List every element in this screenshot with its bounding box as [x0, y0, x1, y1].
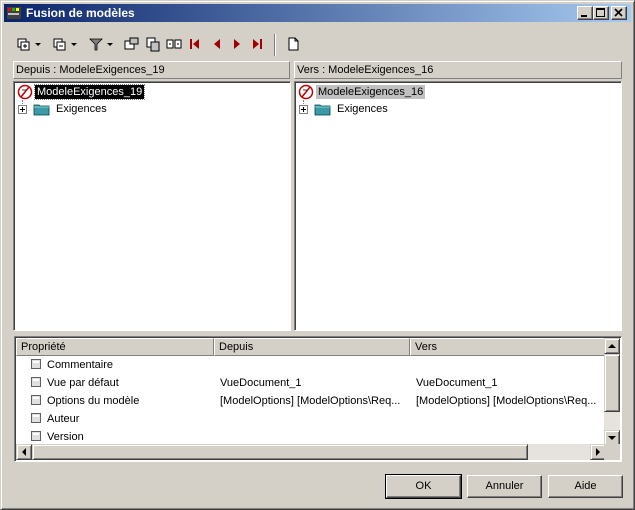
folder-icon [314, 101, 332, 120]
right-tree-child[interactable]: Exigences [299, 101, 499, 117]
property-icon [30, 358, 42, 373]
right-pane-header: Vers : ModeleExigences_16 [294, 61, 622, 79]
property-name: Version [47, 431, 84, 443]
right-tree-root[interactable]: ModeleExigences_16 [297, 84, 537, 100]
table-row[interactable]: Auteur [16, 410, 606, 428]
scrollbar-corner [604, 444, 620, 460]
minimize-icon [581, 15, 587, 17]
close-icon [614, 8, 623, 17]
arrow-up-icon [608, 344, 616, 348]
arrow-left-icon [22, 448, 26, 456]
collapse-all-button[interactable] [51, 34, 79, 54]
right-root-label: ModeleExigences_16 [316, 85, 426, 99]
toolbar [11, 34, 311, 56]
next-difference-icon [234, 39, 240, 49]
property-name: Commentaire [47, 359, 114, 371]
property-icon [30, 412, 42, 427]
left-pane-header: Depuis : ModeleExigences_19 [13, 61, 290, 79]
select-button[interactable] [123, 34, 141, 54]
property-to: [ModelOptions] [ModelOptions\Req... [416, 395, 597, 407]
left-tree-child[interactable]: Exigences [18, 101, 218, 117]
window-title: Fusion de modèles [26, 6, 135, 20]
first-difference-icon [190, 39, 199, 49]
property-from: VueDocument_1 [220, 377, 302, 389]
filter-icon [89, 38, 113, 51]
right-tree-pane[interactable]: ModeleExigences_16 Exigences [294, 81, 622, 331]
minimize-button[interactable] [577, 6, 593, 20]
copy-icon [146, 37, 160, 52]
vertical-scrollbar[interactable] [604, 338, 620, 446]
arrow-down-icon [608, 436, 616, 440]
ok-button[interactable]: OK [385, 474, 462, 499]
column-header-from[interactable]: Depuis [214, 338, 410, 356]
properties-icon [288, 37, 299, 51]
collapse-all-icon [53, 38, 77, 51]
expand-all-button[interactable] [15, 34, 43, 54]
last-difference-icon [253, 39, 262, 49]
table-row[interactable]: Options du modèle [ModelOptions] [ModelO… [16, 392, 606, 410]
folder-icon [33, 101, 51, 120]
cancel-button[interactable]: Annuler [467, 475, 542, 498]
column-header-property[interactable]: Propriété [16, 338, 214, 356]
previous-difference-icon [214, 39, 220, 49]
title-bar[interactable]: Fusion de modèles [4, 4, 631, 22]
column-header-to[interactable]: Vers [410, 338, 606, 356]
horizontal-scroll-thumb[interactable] [32, 444, 528, 460]
arrow-right-icon [596, 448, 600, 456]
left-root-label: ModeleExigences_19 [33, 84, 146, 100]
property-icon [30, 430, 42, 445]
next-difference-button[interactable] [229, 34, 245, 54]
expand-icon[interactable] [18, 105, 27, 114]
scroll-up-button[interactable] [604, 338, 620, 354]
compare-icon [166, 39, 182, 49]
select-icon [124, 37, 139, 50]
first-difference-button[interactable] [187, 34, 203, 54]
previous-difference-button[interactable] [209, 34, 225, 54]
left-tree-root[interactable]: ModeleExigences_19 [16, 84, 256, 100]
properties-button[interactable] [285, 34, 301, 54]
property-name: Options du modèle [47, 395, 140, 407]
property-to: VueDocument_1 [416, 377, 498, 389]
maximize-button[interactable] [593, 6, 609, 20]
table-row[interactable]: Vue par défaut VueDocument_1 VueDocument… [16, 374, 606, 392]
expand-icon[interactable] [299, 105, 308, 114]
left-tree-pane[interactable]: ModeleExigences_19 Exigences [13, 81, 291, 331]
merge-models-dialog: Fusion de modèles Depuis: ModeleExigenc… [0, 0, 635, 510]
property-grid[interactable]: Propriété Depuis Vers Commentaire Vue pa… [14, 336, 622, 462]
expand-all-icon [17, 38, 41, 51]
filter-button[interactable] [87, 34, 117, 54]
property-name: Auteur [47, 413, 80, 425]
vertical-scroll-thumb[interactable] [604, 354, 620, 412]
property-name: Vue par défaut [47, 377, 119, 389]
property-icon [30, 376, 42, 391]
close-button[interactable] [611, 6, 627, 20]
copy-button[interactable] [145, 34, 163, 54]
property-from: [ModelOptions] [ModelOptions\Req... [220, 395, 401, 407]
app-icon [6, 5, 22, 21]
right-child-label: Exigences [337, 103, 388, 115]
property-icon [30, 394, 42, 409]
toolbar-separator [274, 34, 276, 56]
last-difference-button[interactable] [249, 34, 265, 54]
scroll-left-button[interactable] [16, 444, 32, 460]
compare-button[interactable] [165, 34, 183, 54]
left-child-label: Exigences [56, 103, 107, 115]
help-button[interactable]: Aide [548, 475, 623, 498]
table-row[interactable]: Commentaire [16, 356, 606, 374]
maximize-icon [596, 8, 605, 17]
horizontal-scrollbar[interactable] [16, 444, 606, 460]
